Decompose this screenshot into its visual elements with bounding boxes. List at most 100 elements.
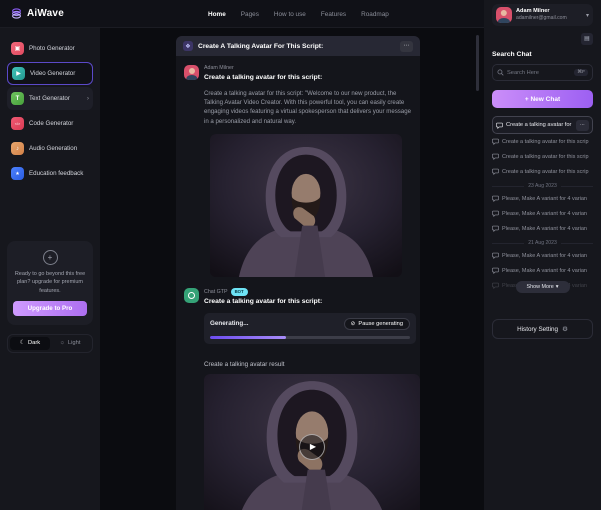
chat-panel-header: ❖ Create A Talking Avatar For This Scrip…: [176, 36, 420, 56]
moon-icon: ☾: [20, 340, 25, 346]
chat-list-item[interactable]: Please, Make A variant for 4 varian: [492, 263, 593, 278]
profile-menu[interactable]: Adam Milner adamilner@gmail.com ▾: [492, 4, 593, 26]
sidebar-item-code-generator[interactable]: </> Code Generator: [7, 112, 93, 135]
play-icon: ▶: [310, 442, 316, 451]
upgrade-to-pro-button[interactable]: Upgrade to Pro: [13, 301, 87, 316]
sidebar-item-photo-generator[interactable]: ▣ Photo Generator: [7, 37, 93, 60]
date-separator: 21 Aug 2023: [492, 240, 593, 246]
upgrade-text: Ready to go beyond this free plan? upgra…: [13, 270, 87, 295]
bot-author: Chat GTP Bot: [204, 288, 322, 296]
top-header: AiWave Home Pages How to use Features Ro…: [0, 0, 484, 28]
chat-icon: [492, 252, 499, 259]
nav-features[interactable]: Features: [321, 11, 346, 18]
chat-item-label: Create a talking avatar for this scrip: [502, 154, 589, 160]
sidebar-toggle-button[interactable]: ▤: [581, 33, 593, 45]
date-separator: 23 Aug 2023: [492, 183, 593, 189]
date-label: 23 Aug 2023: [528, 183, 557, 189]
chat-icon: [492, 210, 499, 217]
show-more-label: Show More: [527, 284, 554, 290]
active-chat-label: Create a talking avatar for this scrip: [506, 122, 573, 128]
chat-item-options-button[interactable]: ⋯: [576, 120, 589, 131]
profile-email: adamilner@gmail.com: [516, 15, 567, 22]
chat-item-label: Create a talking avatar for this scrip: [502, 139, 589, 145]
chat-list-item[interactable]: Please, Make A variant for 4 varian: [492, 206, 593, 221]
generating-progress-track: [210, 336, 410, 339]
chat-icon: [492, 225, 499, 232]
bot-avatar: [184, 288, 199, 303]
photo-generator-icon: ▣: [11, 42, 24, 55]
chat-options-button[interactable]: ⋯: [400, 41, 413, 52]
sidebar-item-text-generator[interactable]: T Text Generator ›: [7, 87, 93, 110]
chat-title: Create A Talking Avatar For This Script:: [198, 43, 323, 50]
app: AiWave Home Pages How to use Features Ro…: [0, 0, 601, 510]
theme-light-button[interactable]: ☼ Light: [50, 337, 90, 350]
message-author: Adam Milner: [204, 65, 322, 72]
nav-how-to-use[interactable]: How to use: [274, 11, 306, 18]
text-generator-icon: T: [11, 92, 24, 105]
chat-list-item[interactable]: Create a talking avatar for this scrip: [492, 164, 593, 179]
search-input[interactable]: [507, 70, 571, 76]
chat-icon: [492, 282, 499, 289]
right-sidebar: Adam Milner adamilner@gmail.com ▾ ▤ Sear…: [484, 0, 601, 510]
sidebar-item-label: Code Generator: [29, 120, 73, 127]
bot-logo-icon: [188, 292, 195, 299]
chat-panel: ❖ Create A Talking Avatar For This Scrip…: [176, 36, 420, 510]
search-shortcut-badge: ⌘F: [574, 69, 588, 76]
chat-icon: [492, 267, 499, 274]
chat-item-label: Please, Make A variant for 4 varian: [502, 268, 587, 274]
sidebar-item-label: Video Generator: [30, 70, 75, 77]
theme-dark-button[interactable]: ☾ Dark: [10, 337, 50, 350]
sidebar-item-video-generator[interactable]: ▶ Video Generator: [7, 62, 93, 85]
chat-item-label: Please, Make A variant for 4 varian: [502, 253, 587, 259]
chat-list-item[interactable]: Create a talking avatar for this scrip: [492, 134, 593, 149]
sidebar-item-audio-generation[interactable]: ♪ Audio Generation: [7, 137, 93, 160]
theme-toggle: ☾ Dark ☼ Light: [7, 334, 93, 353]
chevron-down-icon: ▾: [586, 12, 589, 19]
generating-label: Generating...: [210, 320, 249, 327]
pause-icon: ⊘: [351, 321, 356, 327]
nav-pages[interactable]: Pages: [241, 11, 259, 18]
pause-generating-button[interactable]: ⊘ Pause generating: [344, 318, 410, 330]
sidebar-item-education-feedback[interactable]: ★ Education feedback: [7, 162, 93, 185]
bot-badge: Bot: [231, 288, 248, 296]
chat-item-label: Please, Make A variant for 4 varian: [502, 211, 587, 217]
chat-item-label: Please, Make A variant for 4 varian: [502, 226, 587, 232]
play-button[interactable]: ▶: [299, 434, 325, 460]
message-heading: Create a talking avatar for this script:: [204, 74, 322, 83]
chat-item-label: Please, Make A variant for 4 varian: [502, 196, 587, 202]
logo[interactable]: AiWave: [0, 7, 74, 20]
history-setting-button[interactable]: History Setting ⚙: [492, 319, 593, 339]
theme-light-label: Light: [68, 340, 81, 346]
show-more-button[interactable]: Show More ▾: [516, 281, 570, 293]
video-generator-icon: ▶: [12, 67, 25, 80]
logo-text: AiWave: [27, 8, 64, 19]
logo-icon: [10, 7, 23, 20]
upgrade-card: + Ready to go beyond this free plan? upg…: [7, 241, 93, 325]
nav-roadmap[interactable]: Roadmap: [361, 11, 389, 18]
generating-progress-fill: [210, 336, 286, 339]
search-chat-title: Search Chat: [492, 51, 593, 58]
scrollbar[interactable]: [476, 35, 479, 91]
bot-name: Chat GTP: [204, 289, 228, 296]
bot-message: Chat GTP Bot Create a talking avatar for…: [184, 288, 412, 510]
chevron-down-icon: ▾: [556, 284, 559, 290]
date-label: 21 Aug 2023: [528, 240, 557, 246]
user-message: Adam Milner Create a talking avatar for …: [184, 65, 412, 277]
pause-label: Pause generating: [358, 321, 403, 327]
chat-list-item[interactable]: Please, Make A variant for 4 varian: [492, 221, 593, 236]
left-sidebar: ▣ Photo Generator ▶ Video Generator T Te…: [0, 28, 100, 510]
chat-list-item[interactable]: Please, Make A variant for 4 varian: [492, 191, 593, 206]
result-label: Create a talking avatar result: [204, 361, 412, 368]
history-setting-label: History Setting: [517, 326, 558, 333]
plus-circle-icon: +: [43, 250, 58, 265]
profile-avatar: [496, 7, 512, 23]
bot-heading: Create a talking avatar for this script:: [204, 298, 322, 307]
active-chat-item[interactable]: Create a talking avatar for this scrip ⋯: [492, 116, 593, 134]
sidebar-item-label: Photo Generator: [29, 45, 75, 52]
nav-home[interactable]: Home: [208, 11, 226, 18]
audio-generation-icon: ♪: [11, 142, 24, 155]
gear-icon: ⚙: [562, 325, 568, 333]
new-chat-button[interactable]: + New Chat: [492, 90, 593, 108]
chat-list-item[interactable]: Create a talking avatar for this scrip: [492, 149, 593, 164]
chat-list-item[interactable]: Please, Make A variant for 4 varian: [492, 248, 593, 263]
